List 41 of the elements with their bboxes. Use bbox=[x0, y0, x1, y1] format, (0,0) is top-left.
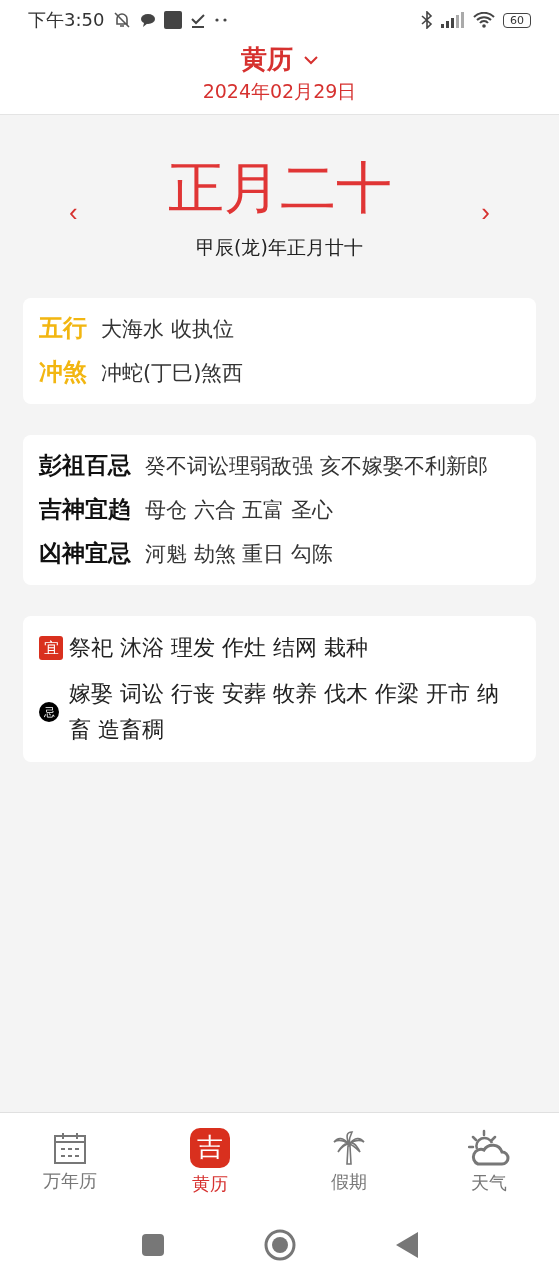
home-icon[interactable] bbox=[263, 1229, 296, 1261]
avoid-badge: 忌 bbox=[39, 702, 59, 722]
previous-day-button[interactable]: ‹ bbox=[63, 196, 84, 228]
bluetooth-icon bbox=[421, 11, 433, 29]
battery-indicator: 60 bbox=[503, 12, 531, 28]
palm-tree-icon bbox=[332, 1129, 367, 1166]
nav-tab[interactable]: 假期 bbox=[279, 1113, 420, 1210]
solar-date: 2024年02月29日 bbox=[202, 79, 357, 104]
lunar-full-date: 甲辰(龙)年正月廿十 bbox=[196, 235, 363, 260]
calendar-icon bbox=[52, 1130, 87, 1165]
nav-tab[interactable]: 天气 bbox=[419, 1113, 559, 1210]
spirit-value: 河魁 劫煞 重日 勾陈 bbox=[145, 541, 334, 568]
activity-list: 嫁娶 词讼 行丧 安葬 牧养 伐木 作梁 开市 纳畜 造畜稠 bbox=[69, 676, 520, 748]
recent-apps-icon[interactable] bbox=[141, 1234, 164, 1256]
almanac-icon: 吉 bbox=[189, 1127, 230, 1168]
status-time: 下午3:50 bbox=[28, 8, 105, 32]
wifi-icon bbox=[473, 12, 495, 28]
spirit-label: 吉神宜趋 bbox=[39, 495, 131, 524]
element-label: 五行 bbox=[39, 313, 87, 344]
element-value: 大海水 收执位 bbox=[101, 316, 234, 343]
more-icon bbox=[214, 18, 229, 22]
back-icon[interactable] bbox=[395, 1232, 418, 1258]
next-day-button[interactable]: › bbox=[475, 196, 496, 228]
spirit-label: 凶神宜忌 bbox=[39, 539, 131, 568]
element-label: 冲煞 bbox=[39, 357, 87, 388]
spirit-value: 癸不词讼理弱敌强 亥不嫁娶不利新郎 bbox=[145, 453, 488, 480]
square-icon bbox=[164, 11, 183, 29]
element-value: 冲蛇(丁巳)煞西 bbox=[101, 360, 244, 387]
lunar-day: 正月二十 bbox=[167, 153, 392, 223]
spirit-value: 母仓 六合 五富 圣心 bbox=[145, 497, 334, 524]
spirit-label: 彭祖百忌 bbox=[39, 451, 131, 480]
nav-tab[interactable]: 吉 黄历 bbox=[139, 1113, 280, 1210]
almanac-title-dropdown[interactable]: 黄历 bbox=[240, 42, 319, 77]
chat-icon bbox=[140, 13, 157, 27]
download-done-icon bbox=[190, 12, 207, 28]
caret-icon bbox=[302, 54, 319, 65]
suitable-badge: 宜 bbox=[39, 636, 63, 660]
partly-cloudy-icon bbox=[468, 1128, 511, 1167]
activity-list: 祭祀 沐浴 理发 作灶 结网 栽种 bbox=[69, 630, 368, 666]
nav-tab[interactable]: 万年历 bbox=[0, 1113, 140, 1210]
signal-icon bbox=[441, 12, 465, 28]
